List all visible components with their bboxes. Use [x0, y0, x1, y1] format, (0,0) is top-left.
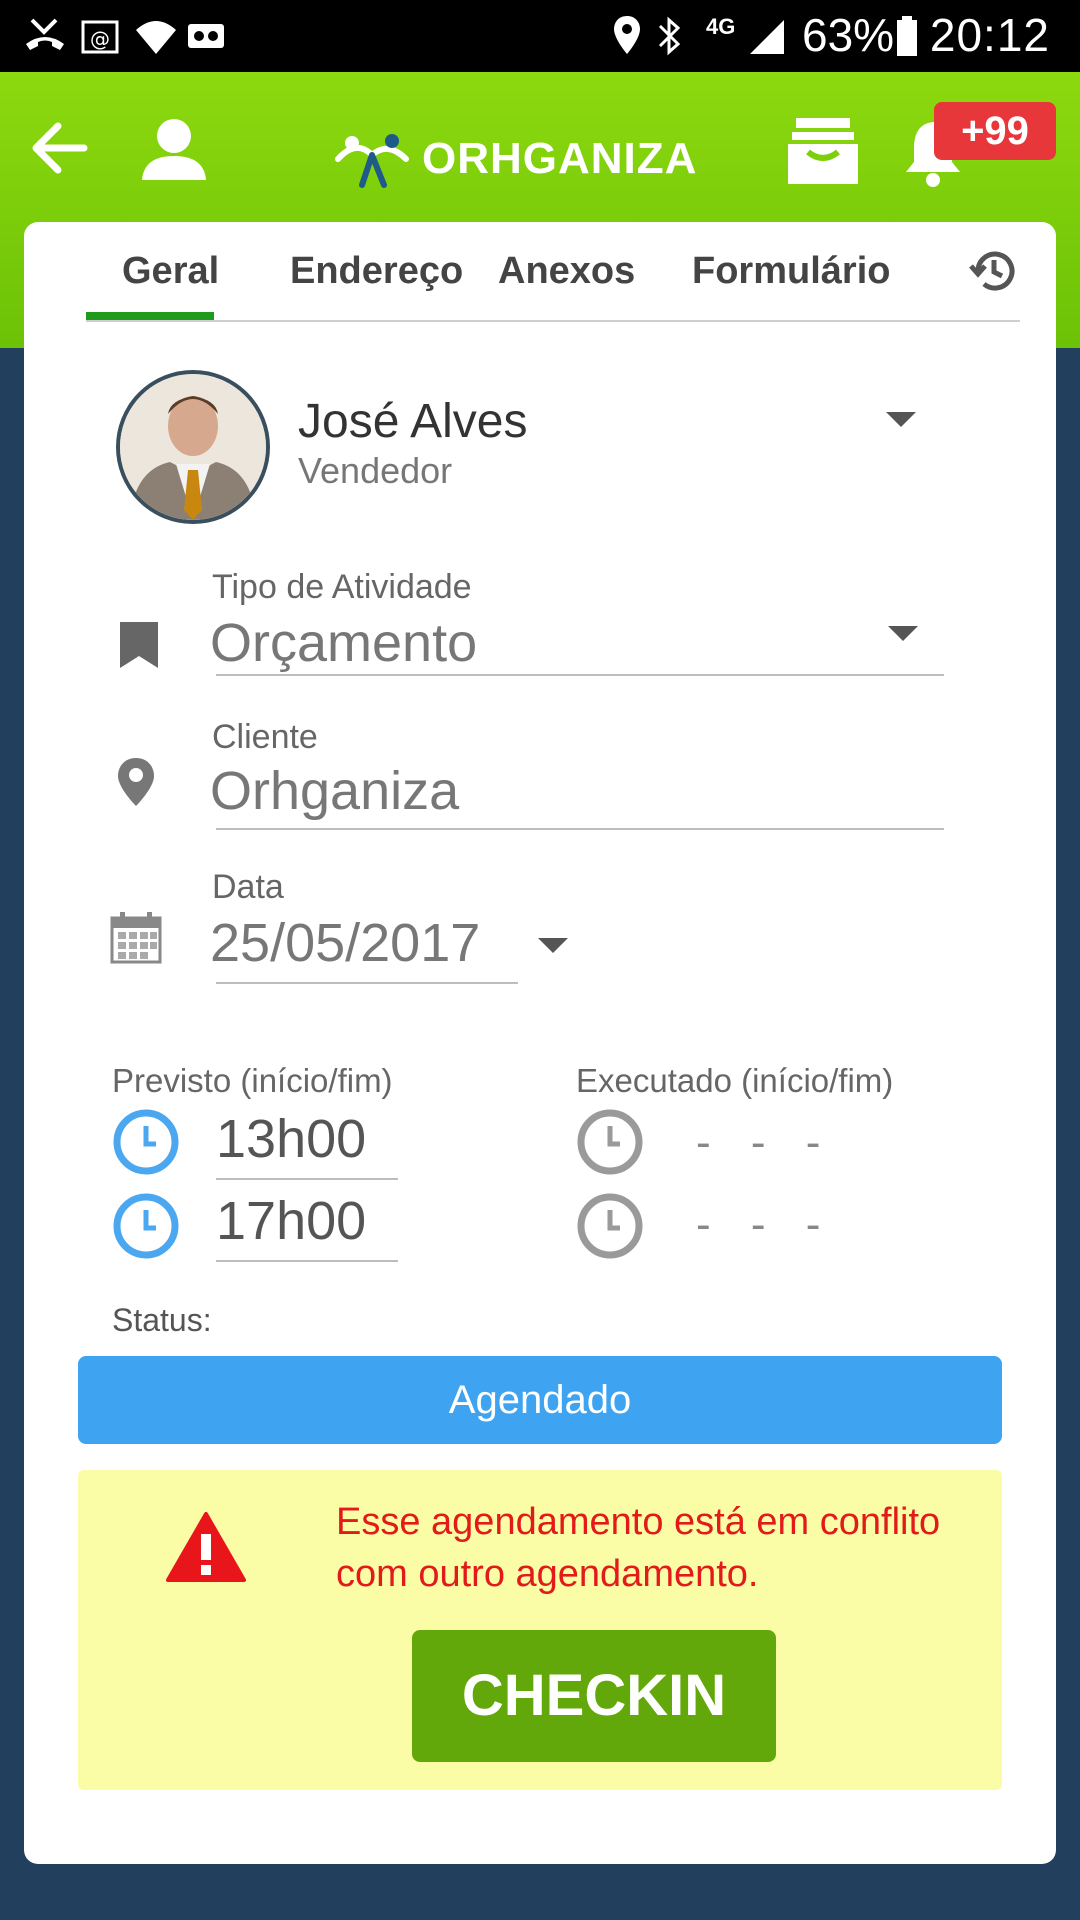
date-underline	[216, 982, 518, 984]
avatar[interactable]	[116, 370, 270, 524]
executed-start-clock-icon	[577, 1109, 643, 1175]
user-dropdown-arrow-icon[interactable]	[886, 412, 916, 427]
activity-dropdown-arrow-icon[interactable]	[888, 626, 918, 641]
planned-end-clock-icon	[113, 1193, 179, 1259]
active-tab-indicator	[86, 312, 214, 320]
app-screen: @ 4G 63% 20:12 ORHGANIZA +99 Geral Ender…	[0, 0, 1080, 1920]
signal-icon	[750, 20, 784, 54]
date-label: Data	[212, 868, 284, 906]
date-value[interactable]: 25/05/2017	[210, 912, 480, 974]
user-name: José Alves	[298, 395, 528, 448]
status-badge[interactable]: Agendado	[78, 1356, 1002, 1444]
executed-end-clock-icon	[577, 1193, 643, 1259]
activity-card: Geral Endereço Anexos Formulário José Al…	[24, 222, 1056, 1864]
planned-start-clock-icon	[113, 1109, 179, 1175]
planned-start-underline	[216, 1178, 398, 1180]
history-icon[interactable]	[968, 246, 1018, 296]
tab-anexos[interactable]: Anexos	[498, 250, 635, 293]
tab-formulario[interactable]: Formulário	[692, 250, 890, 293]
network-type-label: 4G	[706, 14, 736, 39]
wifi-icon	[136, 21, 176, 54]
conflict-message: Esse agendamento está em conflito com ou…	[336, 1501, 941, 1595]
client-label: Cliente	[212, 718, 318, 756]
app-logo: ORHGANIZA	[332, 124, 697, 194]
executed-start-time[interactable]: - - -	[696, 1118, 834, 1168]
activity-type-value[interactable]: Orçamento	[210, 612, 477, 674]
notification-badge[interactable]: +99	[934, 102, 1056, 160]
tab-endereco[interactable]: Endereço	[290, 250, 463, 293]
executed-end-time[interactable]: - - -	[696, 1200, 834, 1250]
user-profile-icon[interactable]	[140, 116, 208, 182]
missed-call-icon	[26, 18, 64, 50]
system-status-bar: @ 4G 63% 20:12	[0, 0, 1080, 72]
battery-icon	[897, 16, 917, 56]
location-icon	[614, 16, 640, 54]
client-underline	[216, 828, 944, 830]
logo-figure-icon	[335, 134, 409, 188]
checkin-button[interactable]: CHECKIN	[412, 1630, 776, 1762]
inbox-icon[interactable]	[786, 114, 860, 186]
user-photo	[120, 374, 266, 520]
warning-icon	[166, 1512, 246, 1582]
svg-text:@: @	[90, 27, 110, 51]
back-arrow-icon[interactable]	[28, 120, 90, 176]
voicemail-icon	[188, 24, 224, 48]
planned-start-time[interactable]: 13h00	[216, 1108, 366, 1170]
planned-label: Previsto (início/fim)	[112, 1062, 393, 1099]
status-label: Status:	[112, 1302, 212, 1338]
battery-percent: 63%	[802, 9, 895, 61]
bluetooth-icon	[658, 16, 681, 56]
user-role: Vendedor	[298, 450, 453, 491]
tab-bar: Geral Endereço Anexos Formulário	[86, 222, 1020, 322]
clock: 20:12	[929, 9, 1050, 61]
tab-geral[interactable]: Geral	[122, 250, 219, 293]
conflict-alert: Esse agendamento está em conflito com ou…	[78, 1470, 1002, 1790]
date-dropdown-arrow-icon[interactable]	[538, 938, 568, 953]
email-icon: @	[81, 20, 119, 54]
planned-end-underline	[216, 1260, 398, 1262]
location-pin-icon	[118, 758, 154, 806]
calendar-icon	[110, 912, 162, 964]
executed-label: Executado (início/fim)	[576, 1062, 894, 1099]
planned-end-time[interactable]: 17h00	[216, 1190, 366, 1252]
client-value[interactable]: Orhganiza	[210, 760, 459, 822]
app-name: ORHGANIZA	[422, 134, 698, 183]
activity-type-label: Tipo de Atividade	[212, 568, 472, 606]
bookmark-icon	[120, 622, 158, 668]
activity-type-underline	[216, 674, 944, 676]
